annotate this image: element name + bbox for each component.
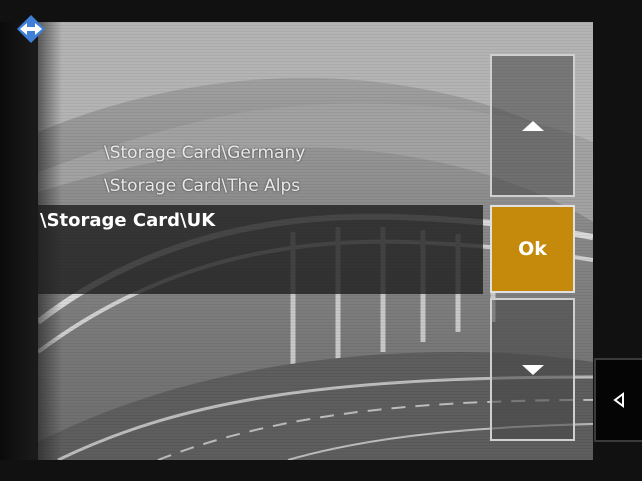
back-button[interactable] <box>594 358 642 442</box>
selected-folder-label: \Storage Card\UK <box>40 210 216 231</box>
scroll-up-button[interactable] <box>490 54 575 197</box>
folder-item[interactable]: \Storage Card\Germany <box>104 143 305 163</box>
triangle-down-icon <box>521 364 544 375</box>
triangle-left-icon <box>613 392 624 408</box>
folder-item[interactable]: \Storage Card\The Alps <box>104 176 300 196</box>
triangle-up-icon <box>521 120 544 131</box>
ok-button-label: Ok <box>518 238 547 260</box>
screen: \Storage Card\Germany \Storage Card\The … <box>0 0 642 481</box>
ok-button[interactable]: Ok <box>490 205 575 293</box>
scroll-down-button[interactable] <box>490 298 575 441</box>
diamond-arrows-icon <box>17 15 45 43</box>
